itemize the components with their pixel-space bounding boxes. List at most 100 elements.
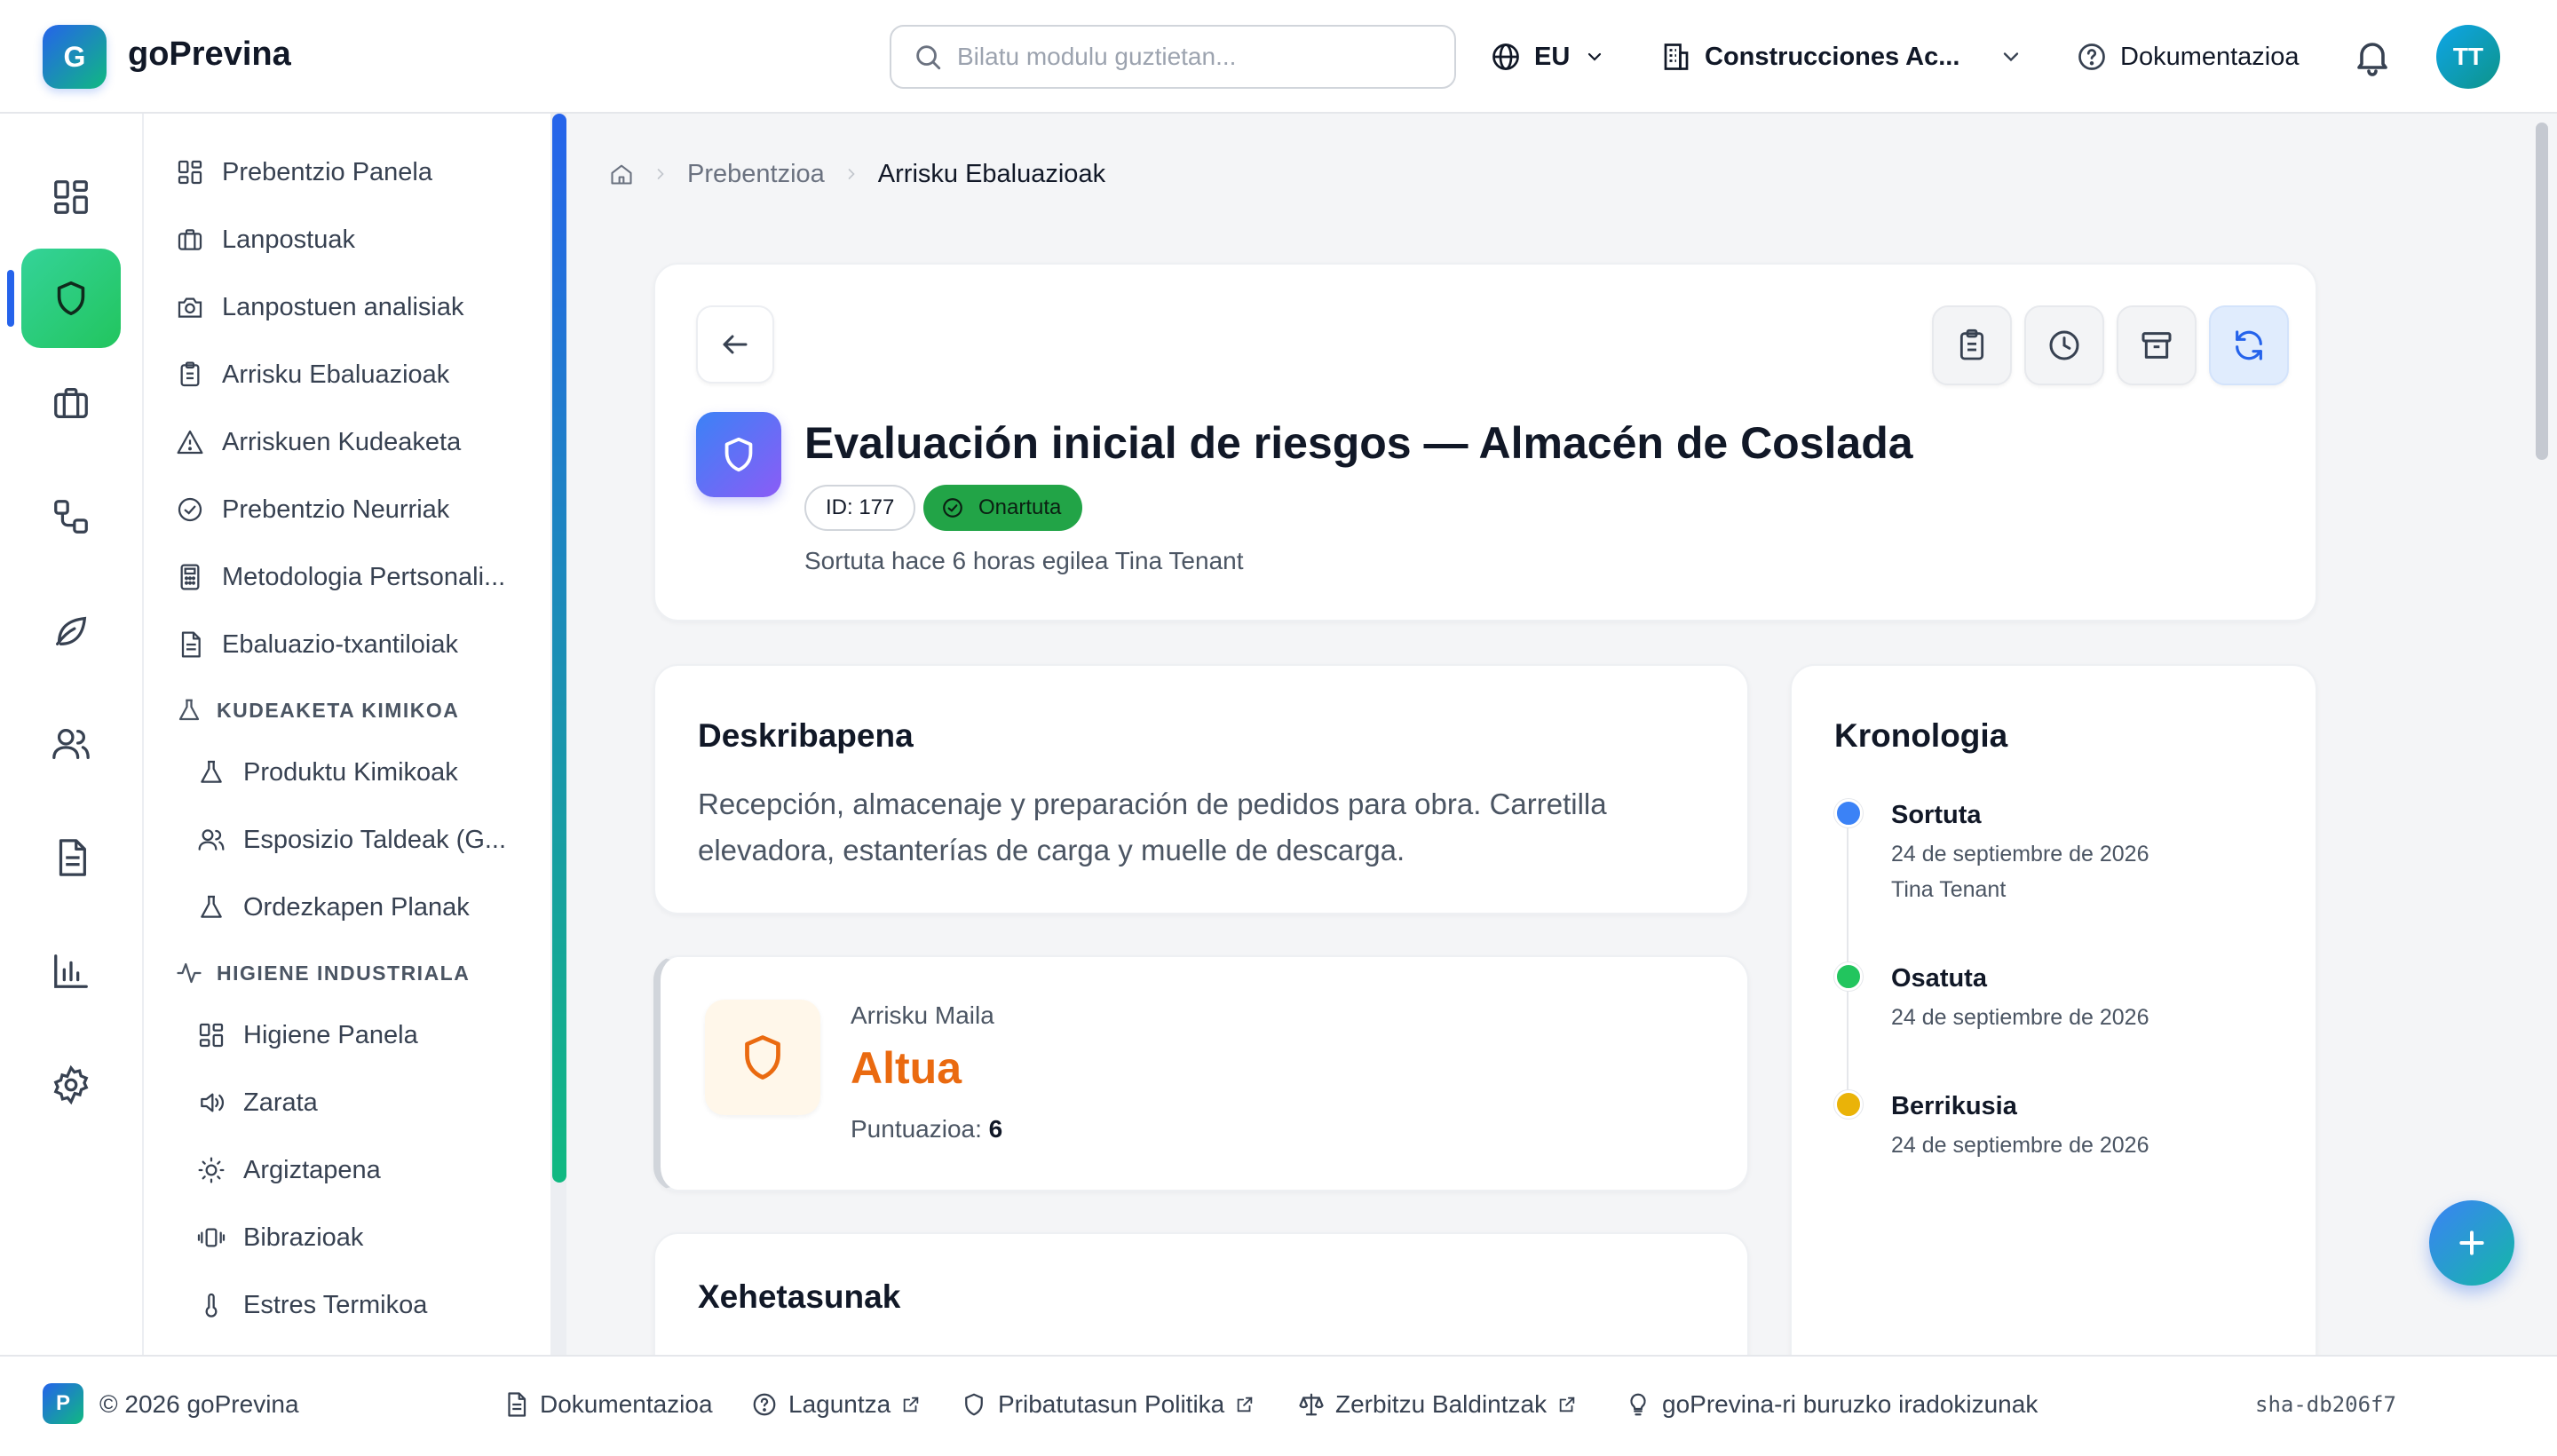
breadcrumb: Prebentzioa Arrisku Ebaluazioak <box>609 156 1105 192</box>
submenu-item-label: Argiztapena <box>243 1155 381 1184</box>
check-circle-icon <box>943 498 962 518</box>
timeline-event-title: Sortuta <box>1891 801 1982 829</box>
brand-name[interactable]: goPrevina <box>128 36 291 74</box>
language-selector[interactable]: EU <box>1490 32 1605 82</box>
page-scrollbar[interactable] <box>2529 114 2557 1355</box>
top-header: G goPrevina EU Construcciones Ac... Doku… <box>0 0 2557 114</box>
shield-icon <box>745 1035 780 1080</box>
submenu-item-noise[interactable]: Zarata <box>197 1081 318 1124</box>
rail-prevention[interactable] <box>21 249 121 348</box>
timeline-event-date: 24 de septiembre de 2026 <box>1891 1005 2149 1030</box>
global-search[interactable] <box>890 25 1456 89</box>
status-badge: Onartuta <box>923 485 1083 531</box>
briefcase-icon <box>178 229 202 250</box>
submenu-item-workplaces[interactable]: Lanpostuak <box>176 218 355 261</box>
submenu-scrollbar-thumb[interactable] <box>552 114 566 1183</box>
rail-people[interactable] <box>21 694 121 794</box>
rail-workflows[interactable] <box>21 467 121 566</box>
warning-icon <box>177 430 203 455</box>
footer-link-terms[interactable]: Zerbitzu Baldintzak <box>1298 1387 1577 1422</box>
timeline-heading: Kronologia <box>1834 717 2008 754</box>
description-card: Deskribapena Recepción, almacenaje y pre… <box>653 664 1749 914</box>
risk-score-value: 6 <box>988 1115 1003 1143</box>
submenu-item-lighting[interactable]: Argiztapena <box>197 1149 381 1191</box>
external-link-icon <box>1238 1397 1253 1412</box>
building-icon <box>1664 44 1689 70</box>
submenu-item-prevention-measures[interactable]: Prebentzio Neurriak <box>176 488 449 531</box>
help-circle-icon <box>2078 44 2105 70</box>
scale-icon <box>1299 1393 1324 1416</box>
sun-icon <box>198 1157 225 1183</box>
camera-icon <box>178 297 202 318</box>
submenu-item-hygiene-panel[interactable]: Higiene Panela <box>197 1014 418 1056</box>
company-selector[interactable]: Construcciones Ac... <box>1660 32 2023 82</box>
page-scrollbar-thumb[interactable] <box>2536 123 2548 460</box>
submenu-item-risk-management[interactable]: Arriskuen Kudeaketa <box>176 421 461 463</box>
breadcrumb-prevention[interactable]: Prebentzioa <box>687 160 825 189</box>
home-icon[interactable] <box>609 162 634 186</box>
shield-icon <box>724 437 753 472</box>
submenu-item-custom-methodology[interactable]: Metodologia Pertsonali... <box>176 556 505 598</box>
workflow-icon <box>54 500 88 534</box>
timeline-connector <box>1847 815 1848 971</box>
clock-icon <box>2049 330 2079 360</box>
rail-workplaces[interactable] <box>21 353 121 453</box>
submenu-item-label: Prebentzio Panela <box>222 157 432 186</box>
checklist-button[interactable] <box>1932 305 2012 385</box>
back-button[interactable] <box>696 305 774 384</box>
risk-icon <box>705 1000 820 1115</box>
refresh-button[interactable] <box>2209 305 2289 385</box>
description-text: Recepción, almacenaje y preparación de p… <box>698 787 1607 866</box>
submenu-item-workplace-analysis[interactable]: Lanpostuen analisiak <box>176 286 463 328</box>
arrow-left-icon <box>723 335 748 354</box>
status-label: Onartuta <box>978 495 1062 519</box>
documentation-link[interactable]: Dokumentazioa <box>2076 32 2300 82</box>
build-sha: sha-db206f7 <box>2255 1392 2396 1417</box>
submenu-item-templates[interactable]: Ebaluazio-txantiloiak <box>176 623 458 666</box>
submenu-item-thermal-stress[interactable]: Estres Termikoa <box>197 1284 427 1326</box>
submenu-item-substitution-plans[interactable]: Ordezkapen Planak <box>197 886 470 929</box>
footer-link-privacy[interactable]: Pribatutasun Politika <box>961 1387 1255 1422</box>
file-text-icon <box>181 631 201 658</box>
timeline-event-title: Osatuta <box>1891 964 1987 993</box>
footer-link-help[interactable]: Laguntza <box>751 1387 921 1422</box>
id-badge: ID: 177 <box>804 485 916 531</box>
risk-score: Puntuazioa: 6 <box>851 1115 1002 1143</box>
history-button[interactable] <box>2024 305 2104 385</box>
breadcrumb-current: Arrisku Ebaluazioak <box>877 159 1106 188</box>
submenu-item-label: Ordezkapen Planak <box>243 892 470 922</box>
add-button[interactable] <box>2429 1200 2514 1286</box>
dashboard-icon <box>199 1023 224 1048</box>
submenu-item-risk-evaluations[interactable]: Arrisku Ebaluazioak <box>176 353 449 396</box>
check-circle-icon <box>178 497 202 522</box>
archive-button[interactable] <box>2117 305 2197 385</box>
rail-settings[interactable] <box>21 1035 121 1135</box>
footer-link-label: Pribatutasun Politika <box>998 1390 1225 1418</box>
submenu-item-prevention-panel[interactable]: Prebentzio Panela <box>176 151 432 194</box>
risk-level-value: Altua <box>851 1043 962 1093</box>
rail-reports[interactable] <box>21 922 121 1021</box>
company-name: Construcciones Ac... <box>1705 42 1960 71</box>
footer-link-label: goPrevina-ri buruzko iradokizunak <box>1662 1390 2038 1418</box>
footer-link-suggestions[interactable]: goPrevina-ri buruzko iradokizunak <box>1625 1387 2038 1422</box>
footer: P © 2026 goPrevina Dokumentazioa Laguntz… <box>0 1355 2557 1456</box>
timeline-event-date: 24 de septiembre de 2026 <box>1891 1133 2149 1158</box>
description-heading: Deskribapena <box>698 717 914 754</box>
submenu-item-label: Esposizio Taldeak (G... <box>243 825 507 854</box>
thermometer-icon <box>205 1293 218 1318</box>
footer-link-documentation[interactable]: Dokumentazioa <box>503 1387 713 1422</box>
app-logo[interactable]: G <box>43 25 107 89</box>
plus-icon <box>2459 1230 2484 1255</box>
rail-environment[interactable] <box>21 581 121 680</box>
user-avatar[interactable]: TT <box>2436 25 2500 89</box>
search-input[interactable] <box>957 43 1437 71</box>
submenu-item-vibrations[interactable]: Bibrazioak <box>197 1216 363 1259</box>
bell-icon[interactable] <box>2351 36 2394 78</box>
submenu-item-chemical-products[interactable]: Produktu Kimikoak <box>197 751 458 794</box>
submenu-item-label: Prebentzio Neurriak <box>222 495 450 524</box>
rail-documents[interactable] <box>21 808 121 907</box>
external-link-icon <box>1559 1397 1575 1412</box>
rail-dashboard[interactable] <box>21 147 121 247</box>
footer-link-label: Laguntza <box>788 1390 891 1418</box>
submenu-item-exposure-groups[interactable]: Esposizio Taldeak (G... <box>197 819 506 861</box>
